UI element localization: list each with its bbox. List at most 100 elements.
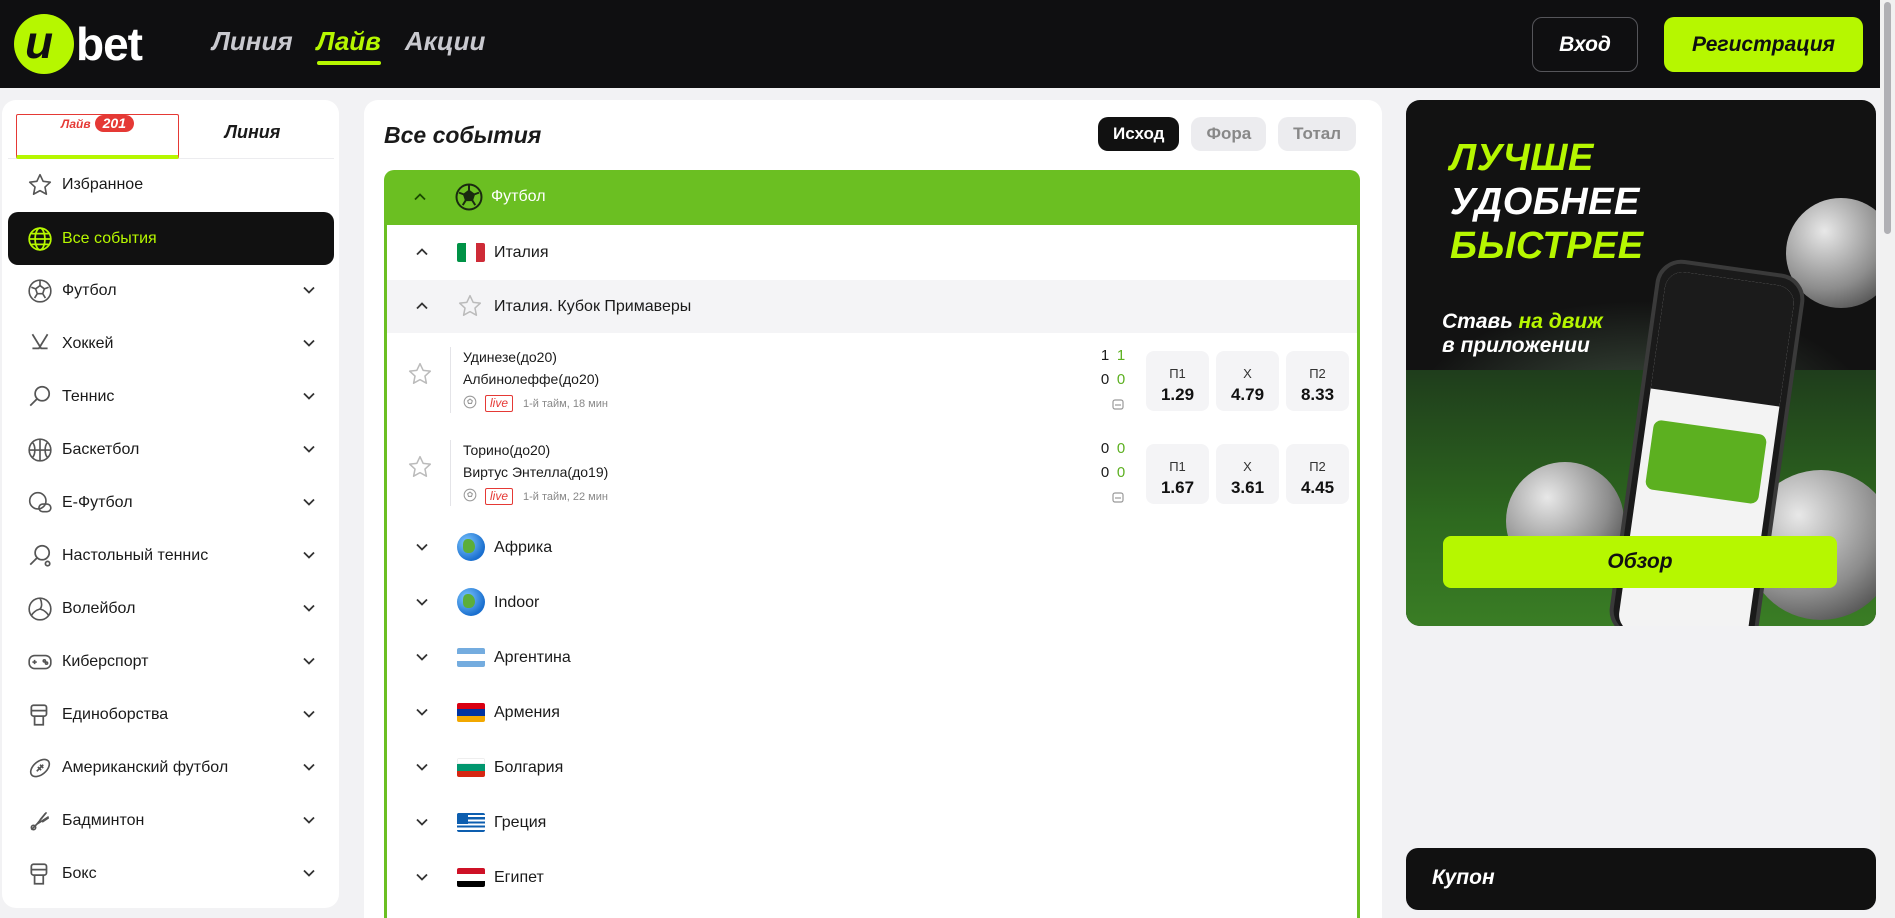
sidebar-item-table-tennis[interactable]: Настольный теннис (8, 531, 334, 581)
region-row-egypt[interactable]: Египет (387, 850, 1357, 905)
odd-button-p1[interactable]: П1 1.29 (1146, 351, 1209, 411)
globe-icon (26, 225, 54, 253)
flag-armenia-icon (457, 703, 485, 722)
chevron-down-icon[interactable] (415, 870, 429, 889)
chevron-down-icon[interactable] (302, 707, 316, 726)
chevron-down-icon[interactable] (302, 283, 316, 302)
tab-handicap[interactable]: Фора (1191, 117, 1267, 151)
sidebar-item-efootball[interactable]: E-Футбол (8, 478, 334, 528)
scrollbar-thumb[interactable] (1884, 2, 1891, 234)
star-icon[interactable] (407, 361, 433, 392)
sport-name: Футбол (491, 188, 546, 205)
star-icon (26, 171, 54, 199)
nav-promos[interactable]: Акции (405, 26, 486, 63)
chevron-down-icon[interactable] (302, 866, 316, 885)
odd-button-draw[interactable]: Х 3.61 (1216, 444, 1279, 504)
score-away: 00 (1100, 464, 1126, 481)
sidebar-item-label: E-Футбол (62, 494, 133, 511)
chevron-down-icon[interactable] (302, 601, 316, 620)
chevron-down-icon[interactable] (302, 760, 316, 779)
chevron-down-icon[interactable] (302, 548, 316, 567)
league-row[interactable]: Италия. Кубок Примаверы (387, 280, 1357, 333)
stats-icon[interactable] (1112, 397, 1124, 415)
chevron-down-icon[interactable] (302, 336, 316, 355)
region-row-argentina[interactable]: Аргентина (387, 630, 1357, 685)
chevron-down-icon[interactable] (415, 705, 429, 724)
sidebar-item-all-events[interactable]: Все события (8, 212, 334, 265)
american-football-icon (26, 754, 54, 782)
match-row[interactable]: Удинезе(до20) Албинолеффе(до20) live 1-й… (387, 335, 1357, 427)
sidebar-item-favorites[interactable]: Избранное (8, 160, 334, 210)
odd-button-draw[interactable]: Х 4.79 (1216, 351, 1279, 411)
sidebar-item-american-football[interactable]: Американский футбол (8, 743, 334, 793)
team-home: Удинезе(до20) (463, 349, 557, 365)
sidebar-item-basketball[interactable]: Баскетбол (8, 425, 334, 475)
sidebar-item-martial-arts[interactable]: Единоборства (8, 690, 334, 740)
chevron-down-icon[interactable] (415, 815, 429, 834)
phone-screen-card (1644, 419, 1768, 505)
chevron-up-icon[interactable] (415, 299, 429, 318)
chevron-down-icon[interactable] (302, 813, 316, 832)
team-away: Албинолеффе(до20) (463, 371, 600, 387)
country-row-italy[interactable]: Италия (387, 225, 1357, 280)
chevron-down-icon[interactable] (302, 389, 316, 408)
region-row-greece[interactable]: Греция (387, 795, 1357, 850)
divider (450, 347, 451, 413)
score-home: 11 (1100, 347, 1126, 364)
promo-banner[interactable]: ЛУЧШЕ УДОБНЕЕ БЫСТРЕЕ Ставь на движ в при… (1406, 100, 1876, 626)
tab-total[interactable]: Тотал (1278, 117, 1357, 151)
region-row-bulgaria[interactable]: Болгария (387, 740, 1357, 795)
sidebar-tab-live[interactable]: Лайв 201 (16, 114, 179, 159)
region-row-indoor[interactable]: Indoor (387, 575, 1357, 630)
region-name: Армения (494, 704, 560, 721)
star-icon[interactable] (457, 293, 483, 324)
register-button[interactable]: Регистрация (1664, 17, 1863, 72)
sidebar-item-label: Все события (62, 229, 157, 247)
divider (450, 440, 451, 506)
globe-icon (457, 588, 485, 616)
region-name: Аргентина (494, 649, 571, 666)
chevron-down-icon[interactable] (415, 595, 429, 614)
chevron-down-icon[interactable] (415, 760, 429, 779)
sidebar-tab-line[interactable]: Линия (171, 114, 334, 159)
boxing-icon (26, 860, 54, 888)
sidebar-item-football[interactable]: Футбол (8, 266, 334, 316)
chevron-down-icon[interactable] (302, 654, 316, 673)
sidebar-item-label: Избранное (62, 176, 144, 193)
odd-button-p2[interactable]: П2 4.45 (1286, 444, 1349, 504)
match-row[interactable]: Торино(до20) Виртус Энтелла(до19) live 1… (387, 428, 1357, 520)
region-row-armenia[interactable]: Армения (387, 685, 1357, 740)
chevron-down-icon[interactable] (302, 442, 316, 461)
live-count-badge: 201 (94, 115, 134, 132)
nav-live[interactable]: Лайв (316, 26, 382, 65)
chevron-down-icon[interactable] (415, 650, 429, 669)
nav-line[interactable]: Линия (212, 26, 293, 63)
sport-header[interactable]: Футбол (384, 170, 1360, 225)
odd-button-p1[interactable]: П1 1.67 (1146, 444, 1209, 504)
chevron-down-icon[interactable] (415, 540, 429, 559)
logo-u: u (25, 16, 54, 68)
login-button[interactable]: Вход (1532, 17, 1638, 72)
football-icon (454, 182, 484, 217)
chevron-up-icon[interactable] (415, 245, 429, 264)
gamepad-icon (26, 648, 54, 676)
sport-group-football: Футбол Италия Италия. Кубок Примаверы Уд… (384, 170, 1360, 918)
chevron-up-icon[interactable] (413, 190, 427, 209)
sidebar-item-volleyball[interactable]: Волейбол (8, 584, 334, 634)
stats-icon[interactable] (1112, 490, 1124, 508)
promo-overview-button[interactable]: Обзор (1443, 536, 1837, 588)
chevron-down-icon[interactable] (302, 495, 316, 514)
sidebar-item-badminton[interactable]: Бадминтон (8, 796, 334, 846)
score-away: 00 (1100, 371, 1126, 388)
odd-button-p2[interactable]: П2 8.33 (1286, 351, 1349, 411)
ubet-logo[interactable]: u bet (14, 14, 166, 74)
sidebar-item-boxing[interactable]: Бокс (8, 849, 334, 899)
region-row-africa[interactable]: Африка (387, 520, 1357, 575)
sidebar-item-esports[interactable]: Киберспорт (8, 637, 334, 687)
sidebar-item-tennis[interactable]: Теннис (8, 372, 334, 422)
star-icon[interactable] (407, 454, 433, 485)
sidebar-item-label: Американский футбол (62, 759, 229, 776)
sidebar-item-hockey[interactable]: Хоккей (8, 319, 334, 369)
coupon-panel[interactable]: Купон (1406, 848, 1876, 910)
tab-outcome[interactable]: Исход (1098, 117, 1180, 151)
